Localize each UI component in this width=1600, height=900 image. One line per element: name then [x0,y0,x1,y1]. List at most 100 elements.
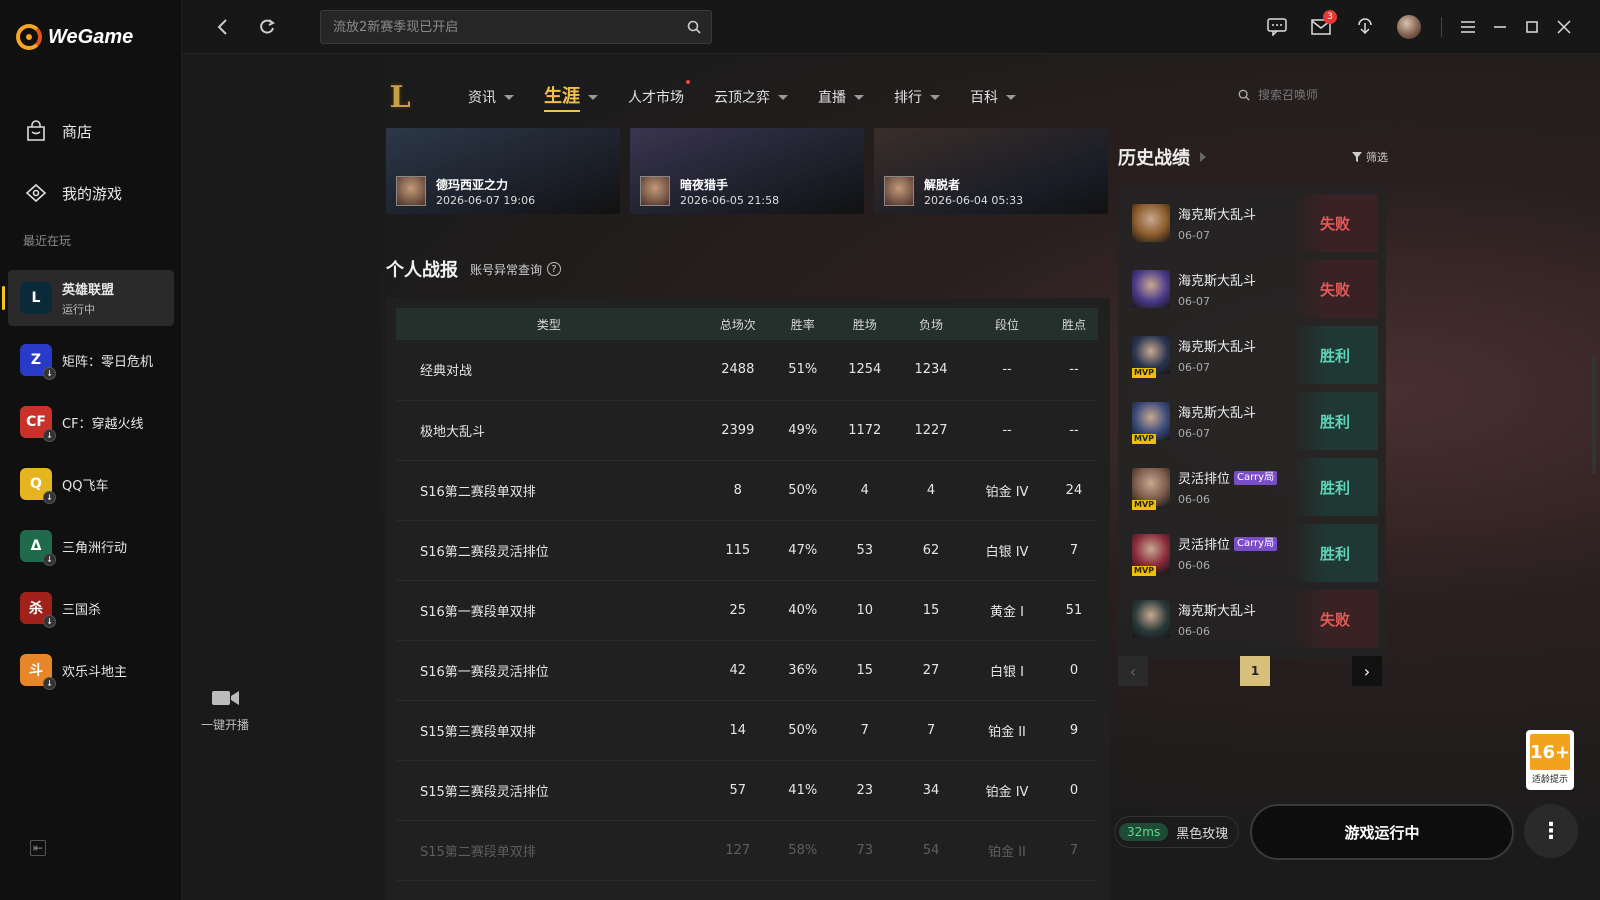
global-search[interactable] [320,10,712,44]
tab-6[interactable]: 百科 [970,82,1016,112]
recent-game-item[interactable]: CF ↓ CF：穿越火线 [8,394,174,450]
chat-icon[interactable] [1255,14,1299,40]
summoner-search-input[interactable] [1258,88,1348,102]
match-mode-line: 海克斯大乱斗 [1178,336,1298,355]
page-number[interactable]: 1 [1240,656,1270,686]
tab-5[interactable]: 排行 [894,82,940,112]
close-icon[interactable] [1548,14,1580,40]
mail-icon[interactable]: 3 [1299,10,1343,40]
match-mode: 海克斯大乱斗 [1178,274,1257,289]
more-options-icon[interactable]: ⋮ [1524,804,1578,858]
match-date: 06-07 [1178,361,1210,374]
table-cell: 53 [831,520,898,581]
table-cell: 1234 [897,340,965,401]
summoner-search[interactable] [1238,88,1348,102]
table-cell: 58% [773,820,832,881]
match-info: 海克斯大乱斗 06-07 [1178,204,1298,242]
server-status[interactable]: 32ms 黑色玫瑰 [1114,816,1240,848]
game-running-button[interactable]: 游戏运行中 [1250,804,1514,860]
start-live-button[interactable]: 一键开播 [190,688,260,733]
champion-avatar [1132,600,1170,638]
game-nav-tabs: 资讯 生涯 人才市场 云顶之弈 直播 排行 百科 [468,80,1046,112]
camera-icon [211,688,239,708]
tab-1[interactable]: 生涯 [544,82,598,112]
match-row[interactable]: MVP 灵活排位 Carry局 06-06 胜利 [1126,520,1378,586]
table-row[interactable]: S15第三赛段灵活排位 57 41% 23 34 铂金 IV 0 [396,760,1098,821]
recent-game-item[interactable]: L 英雄联盟 运行中 [2,270,174,326]
stats-title: 个人战报 [386,260,458,281]
maximize-icon[interactable] [1516,14,1548,40]
help-icon[interactable]: ? [547,262,562,276]
refresh-icon[interactable] [256,16,278,38]
scrollbar[interactable] [1592,354,1596,474]
lol-logo-icon[interactable]: L [382,76,418,118]
match-row[interactable]: 海克斯大乱斗 06-07 失败 [1126,256,1378,322]
champion-avatar [1132,204,1170,242]
search-icon [1238,89,1250,101]
table-row[interactable]: S16第一赛段单双排 25 40% 10 15 黄金 I 51 [396,580,1098,641]
collapse-sidebar-icon[interactable]: ⇤ [30,840,46,856]
table-row[interactable]: S15第三赛段单双排 14 50% 7 7 铂金 II 9 [396,700,1098,761]
tab-2[interactable]: 人才市场 [628,80,690,112]
table-row[interactable]: 极地大乱斗 2399 49% 1172 1227 -- -- [396,400,1098,461]
column-header: 类型 [396,308,702,340]
table-cell: 27 [897,640,965,701]
table-row[interactable]: S16第二赛段灵活排位 115 47% 53 62 白银 IV 7 [396,520,1098,581]
table-cell: S15第二赛段单双排 [396,820,702,881]
table-cell: S16第一赛段灵活排位 [396,640,702,701]
table-cell: 4 [897,460,965,521]
table-row[interactable]: S16第二赛段单双排 8 50% 4 4 铂金 IV 24 [396,460,1098,521]
recent-game-item[interactable]: Δ ↓ 三角洲行动 [8,518,174,574]
highlight-card[interactable]: 解脱者 2026-06-04 05:33 [874,128,1108,214]
search-icon[interactable] [687,20,701,38]
tab-3[interactable]: 云顶之弈 [714,82,788,112]
qq-speed-icon: Q ↓ [20,468,56,504]
menu-icon[interactable] [1452,14,1484,40]
game-icon-glyph: CF [26,414,46,430]
highlight-card[interactable]: 德玛西亚之力 2026-06-07 19:06 [386,128,620,214]
sidebar-item-1[interactable]: 我的游戏 [0,162,182,224]
recent-game-item[interactable]: Q ↓ QQ飞车 [8,456,174,512]
global-search-input[interactable] [333,19,673,35]
match-info: 海克斯大乱斗 06-07 [1178,336,1298,374]
match-history-title-link[interactable]: 历史战绩 [1118,144,1206,170]
match-row[interactable]: 海克斯大乱斗 06-06 失败 [1126,586,1378,652]
recent-game-item[interactable]: Z ↓ 矩阵：零日危机 [8,332,174,388]
table-row[interactable]: 经典对战 2488 51% 1254 1234 -- -- [396,340,1098,401]
champion-avatar [884,176,914,206]
table-cell: -- [1049,400,1098,461]
match-row[interactable]: 海克斯大乱斗 06-07 失败 [1126,190,1378,256]
minimize-icon[interactable] [1484,14,1516,40]
highlight-card[interactable]: 暗夜猎手 2026-06-05 21:58 [630,128,864,214]
download-icon[interactable] [1343,14,1387,40]
carry-badge: Carry局 [1234,470,1278,485]
highlight-time: 2026-06-04 05:33 [924,194,1024,207]
table-cell: 41% [773,760,832,821]
tab-4[interactable]: 直播 [818,82,864,112]
prev-page-icon[interactable]: ‹ [1118,656,1148,686]
back-icon[interactable] [212,16,234,38]
match-result: 胜利 [1292,392,1378,450]
filter-button[interactable]: 筛选 [1352,149,1388,165]
account-check-link[interactable]: 账号异常查询 ? [470,261,562,278]
lol-icon: L [20,282,52,314]
match-row[interactable]: MVP 灵活排位 Carry局 06-06 胜利 [1126,454,1378,520]
table-row[interactable]: S15第二赛段单双排 127 58% 73 54 铂金 II 7 [396,820,1098,881]
match-row[interactable]: MVP 海克斯大乱斗 06-07 胜利 [1126,322,1378,388]
next-page-icon[interactable]: › [1352,656,1382,686]
pagination: ‹ 1 › [1118,654,1382,686]
user-avatar[interactable] [1387,14,1431,40]
wegame-logo[interactable]: WeGame [16,24,133,50]
match-mode-line: 海克斯大乱斗 [1178,204,1298,223]
match-row[interactable]: MVP 海克斯大乱斗 06-07 胜利 [1126,388,1378,454]
sidebar-item-0[interactable]: 商店 [0,100,182,162]
chevron-down-icon [1006,94,1016,100]
recent-game-item[interactable]: 杀 ↓ 三国杀 [8,580,174,636]
table-row[interactable]: S16第一赛段灵活排位 42 36% 15 27 白银 I0 [396,640,1098,701]
table-cell: 1227 [897,400,965,461]
recent-game-item[interactable]: 斗 ↓ 欢乐斗地主 [8,642,174,698]
game-name: QQ飞车 [62,478,109,494]
divider [1441,17,1442,37]
tab-0[interactable]: 资讯 [468,82,514,112]
table-cell: S15第三赛段灵活排位 [396,760,702,821]
